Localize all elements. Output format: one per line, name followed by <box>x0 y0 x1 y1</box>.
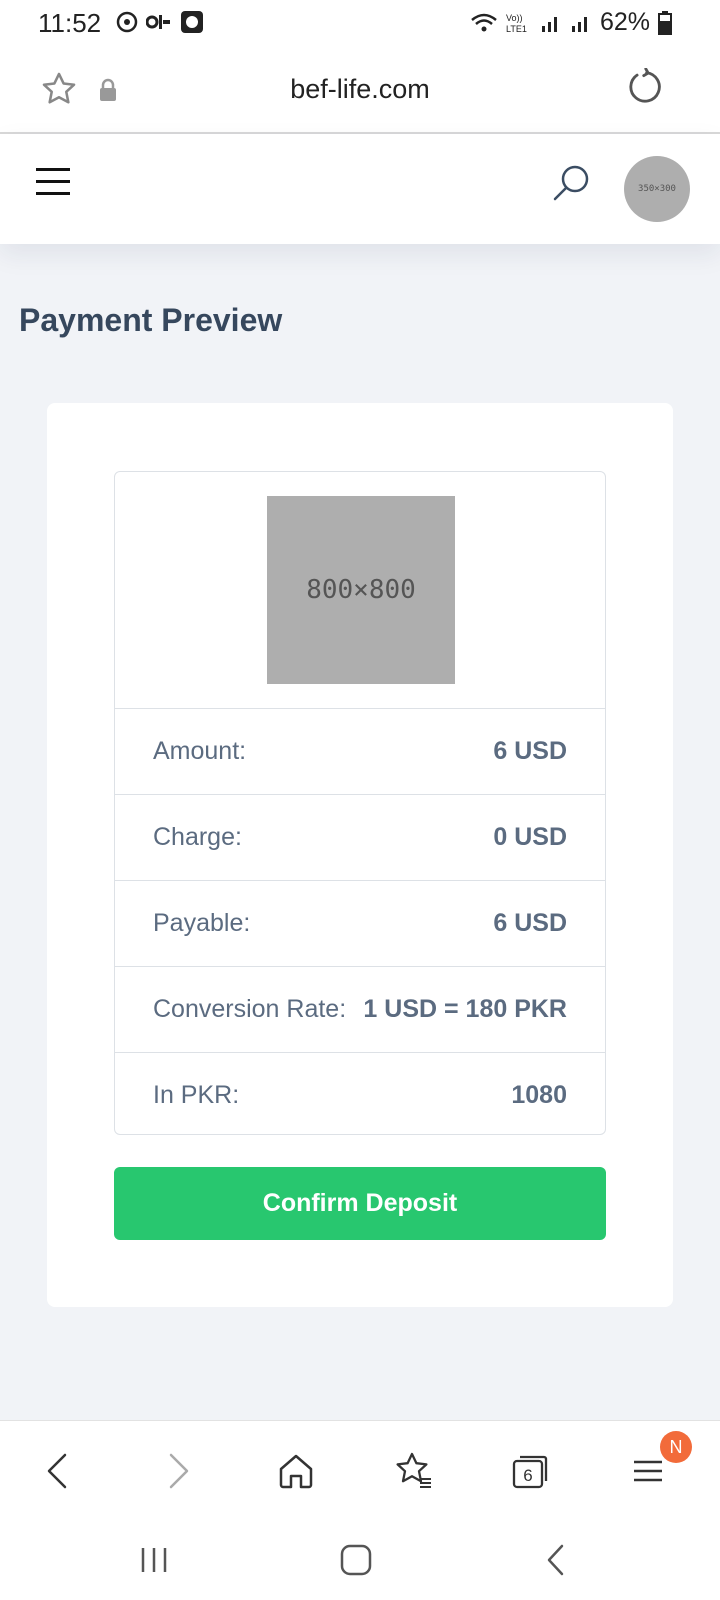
row-amount: Amount: 6 USD <box>115 708 605 794</box>
volte-icon: Vo))LTE1 <box>506 13 527 34</box>
back-chevron-icon <box>547 1544 564 1576</box>
row-value: 6 USD <box>493 737 567 765</box>
timer-icon <box>116 11 138 33</box>
bookmarks-button[interactable] <box>390 1447 438 1495</box>
row-label: Amount: <box>153 737 247 765</box>
browser-toolbar: 6 N <box>0 1420 720 1520</box>
chevron-right-icon <box>169 1453 189 1489</box>
forward-button[interactable] <box>154 1447 202 1495</box>
battery-icon <box>658 10 672 35</box>
row-value: 1 USD = 180 PKR <box>363 995 567 1023</box>
chevron-left-icon <box>47 1453 67 1489</box>
payment-preview-card: 800×800 Amount: 6 USD Charge: 0 USD Paya… <box>47 403 673 1307</box>
preview-box: 800×800 Amount: 6 USD Charge: 0 USD Paya… <box>114 471 606 1135</box>
row-label: Conversion Rate: <box>153 995 347 1023</box>
battery-percentage: 62% <box>599 8 650 36</box>
home-button[interactable] <box>272 1447 320 1495</box>
confirm-deposit-button[interactable]: Confirm Deposit <box>114 1167 606 1240</box>
row-payable: Payable: 6 USD <box>115 880 605 966</box>
site-header: 350×300 <box>0 134 720 244</box>
row-label: Payable: <box>153 909 251 937</box>
app-square-icon <box>181 11 203 33</box>
bookmarks-star-icon <box>396 1452 431 1488</box>
tabs-button[interactable]: 6 <box>506 1447 554 1495</box>
reload-icon[interactable] <box>626 68 664 106</box>
browser-url-bar: bef-life.com <box>0 46 720 134</box>
home-icon <box>279 1454 313 1489</box>
search-icon[interactable] <box>552 162 592 202</box>
svg-text:Vo)): Vo)) <box>506 13 523 23</box>
row-label: Charge: <box>153 823 242 851</box>
avatar[interactable]: 350×300 <box>624 156 690 222</box>
signal-icon <box>541 16 557 32</box>
back-button[interactable] <box>34 1447 82 1495</box>
status-icons-right: Vo)) LTE1 62% <box>470 8 672 37</box>
row-value: 0 USD <box>493 823 567 851</box>
page-title: Payment Preview <box>19 302 283 338</box>
status-bar: 11:52 Vo)) LTE1 62% <box>0 0 720 46</box>
app-icon <box>146 15 170 29</box>
recents-button[interactable] <box>130 1540 178 1580</box>
row-charge: Charge: 0 USD <box>115 794 605 880</box>
signal-icon <box>571 16 587 32</box>
tabs-count: 6 <box>523 1466 532 1485</box>
details-list: Amount: 6 USD Charge: 0 USD Payable: 6 U… <box>115 708 605 1134</box>
tabs-icon: 6 <box>512 1455 548 1489</box>
status-icons-left <box>116 10 204 34</box>
status-time: 11:52 <box>38 8 102 38</box>
wifi-icon <box>471 13 497 31</box>
row-value: 6 USD <box>493 909 567 937</box>
system-navigation <box>0 1520 720 1600</box>
url-text[interactable]: bef-life.com <box>0 74 720 105</box>
back-system-button[interactable] <box>532 1540 580 1580</box>
home-square-icon <box>340 1544 372 1576</box>
row-conversion-rate: Conversion Rate: 1 USD = 180 PKR <box>115 966 605 1052</box>
row-label: In PKR: <box>153 1081 240 1109</box>
svg-text:LTE1: LTE1 <box>506 24 527 34</box>
row-value: 1080 <box>511 1081 567 1109</box>
gateway-image: 800×800 <box>267 496 455 684</box>
menu-lines-icon <box>634 1460 662 1482</box>
menu-icon[interactable] <box>36 168 70 196</box>
notification-badge: N <box>660 1431 692 1463</box>
home-system-button[interactable] <box>332 1540 380 1580</box>
row-in-pkr: In PKR: 1080 <box>115 1052 605 1134</box>
recents-icon <box>141 1548 167 1572</box>
